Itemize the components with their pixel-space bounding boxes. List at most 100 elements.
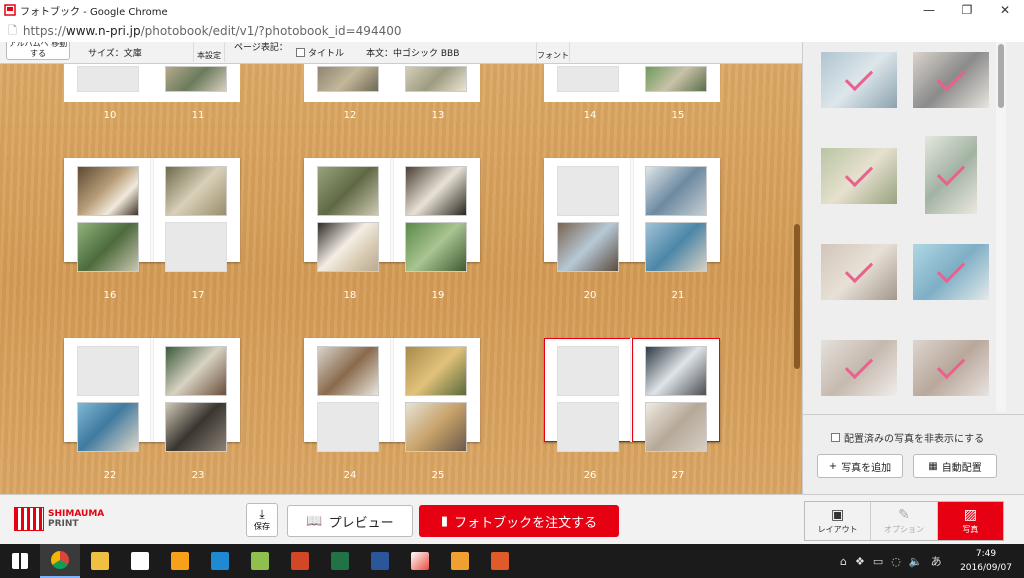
photo-slot[interactable] — [645, 222, 707, 272]
photo-slot[interactable] — [317, 222, 379, 272]
photo-thumbnail[interactable] — [913, 52, 989, 108]
tab-layout[interactable]: ▣ レイアウト — [805, 502, 872, 540]
start-button[interactable] — [0, 544, 40, 578]
page-16[interactable] — [64, 158, 152, 272]
page-17[interactable] — [152, 158, 240, 272]
page-18[interactable] — [304, 158, 392, 272]
spread-14-15[interactable] — [544, 64, 720, 102]
taskbar-excel[interactable] — [320, 544, 360, 578]
taskbar-app-2[interactable] — [200, 544, 240, 578]
workspace-scrollbar[interactable] — [792, 64, 802, 494]
panel-scrollbar-thumb[interactable] — [998, 44, 1004, 108]
add-photo-button[interactable]: + 写真を追加 — [817, 454, 903, 478]
photo-thumbnail[interactable] — [821, 148, 897, 204]
book-settings-button[interactable]: 本設定 — [193, 42, 225, 62]
spread-18-19[interactable] — [304, 158, 480, 272]
volume-icon[interactable]: 🔈 — [909, 555, 923, 568]
tab-photo[interactable]: ▨ 写真 — [937, 502, 1003, 540]
save-button[interactable]: ⤓ 保存 — [246, 503, 278, 537]
page-22[interactable] — [64, 338, 152, 452]
page-25[interactable] — [392, 338, 480, 452]
workspace-scrollbar-thumb[interactable] — [794, 224, 800, 369]
page-26[interactable] — [544, 338, 632, 452]
taskbar-app-4[interactable] — [440, 544, 480, 578]
taskbar-word[interactable] — [360, 544, 400, 578]
spread-26-27[interactable] — [544, 338, 720, 452]
people-icon[interactable]: ⌂ — [840, 555, 847, 568]
taskbar-powerpoint[interactable] — [280, 544, 320, 578]
move-to-album-button[interactable]: アルバムへ 移動する — [6, 42, 70, 60]
restore-button[interactable]: ❐ — [948, 3, 986, 17]
spread-22-23[interactable] — [64, 338, 240, 452]
battery-icon[interactable]: ▭ — [873, 555, 883, 568]
photo-slot-empty[interactable] — [165, 222, 227, 272]
spread-20-21[interactable] — [544, 158, 720, 272]
photo-slot-empty[interactable] — [317, 402, 379, 452]
photo-slot-empty[interactable] — [77, 66, 139, 92]
auto-place-button[interactable]: ▦ 自動配置 — [913, 454, 997, 478]
photo-slot-empty[interactable] — [557, 346, 619, 396]
photo-slot[interactable] — [77, 402, 139, 452]
photo-thumbnail[interactable] — [821, 244, 897, 300]
spread-24-25[interactable] — [304, 338, 480, 452]
photo-slot[interactable] — [405, 346, 467, 396]
photo-slot[interactable] — [317, 166, 379, 216]
photo-slot-empty[interactable] — [77, 346, 139, 396]
taskbar-store[interactable] — [120, 544, 160, 578]
page-24[interactable] — [304, 338, 392, 452]
photo-slot-empty[interactable] — [557, 402, 619, 452]
photo-slot[interactable] — [165, 346, 227, 396]
photo-slot-empty[interactable] — [557, 66, 619, 92]
taskbar-paint[interactable] — [400, 544, 440, 578]
order-photobook-button[interactable]: ▮ フォトブックを注文する — [419, 505, 619, 537]
photo-slot[interactable] — [405, 166, 467, 216]
network-icon[interactable]: ◌ — [891, 555, 901, 568]
taskbar-app-5[interactable] — [480, 544, 520, 578]
page-23[interactable] — [152, 338, 240, 452]
address-bar[interactable]: 🗋 https://www.n-pri.jp/photobook/edit/v1… — [0, 20, 1024, 42]
tab-option[interactable]: ✎ オプション — [871, 502, 938, 540]
photo-thumbnail[interactable] — [821, 340, 897, 396]
photo-slot[interactable] — [405, 66, 467, 92]
title-checkbox-group[interactable]: タイトル — [296, 46, 344, 59]
photo-slot[interactable] — [645, 66, 707, 92]
hide-placed-checkbox[interactable] — [831, 433, 840, 442]
photo-slot[interactable] — [405, 402, 467, 452]
spread-workspace[interactable]: 10 11 12 13 14 15 16 17 18 19 20 21 22 2… — [0, 64, 802, 494]
photo-slot-empty[interactable] — [557, 166, 619, 216]
font-button[interactable]: フォント — [536, 42, 570, 62]
page-info-icon[interactable]: 🗋 — [8, 22, 17, 41]
preview-button[interactable]: 📖 プレビュー — [287, 505, 413, 537]
ime-indicator[interactable]: あ — [931, 553, 942, 569]
page-27[interactable] — [632, 338, 720, 452]
photo-thumbnail[interactable] — [913, 244, 989, 300]
taskbar-app-3[interactable] — [240, 544, 280, 578]
photo-slot[interactable] — [165, 402, 227, 452]
photo-slot[interactable] — [645, 402, 707, 452]
photo-slot[interactable] — [645, 166, 707, 216]
hide-placed-toggle[interactable]: 配置済みの写真を非表示にする — [831, 430, 984, 445]
page-20[interactable] — [544, 158, 632, 272]
title-checkbox[interactable] — [296, 48, 305, 57]
photo-slot[interactable] — [405, 222, 467, 272]
photo-slot[interactable] — [317, 66, 379, 92]
photo-slot[interactable] — [165, 166, 227, 216]
photo-slot[interactable] — [77, 166, 139, 216]
photo-thumbnail[interactable] — [821, 52, 897, 108]
taskbar-clock[interactable]: 7:49 2016/09/07 — [958, 547, 1014, 575]
photo-slot[interactable] — [557, 222, 619, 272]
minimize-button[interactable]: — — [910, 3, 948, 17]
taskbar-chrome[interactable] — [40, 544, 80, 578]
spread-16-17[interactable] — [64, 158, 240, 272]
taskbar-explorer[interactable] — [80, 544, 120, 578]
photo-slot[interactable] — [645, 346, 707, 396]
taskbar-app-1[interactable] — [160, 544, 200, 578]
spread-12-13[interactable] — [304, 64, 480, 102]
page-19[interactable] — [392, 158, 480, 272]
dropbox-icon[interactable]: ❖ — [855, 555, 865, 568]
close-button[interactable]: ✕ — [986, 3, 1024, 17]
photo-thumbnail[interactable] — [913, 340, 989, 396]
photo-slot[interactable] — [165, 66, 227, 92]
photo-slot[interactable] — [77, 222, 139, 272]
photo-thumbnail[interactable] — [925, 136, 977, 214]
